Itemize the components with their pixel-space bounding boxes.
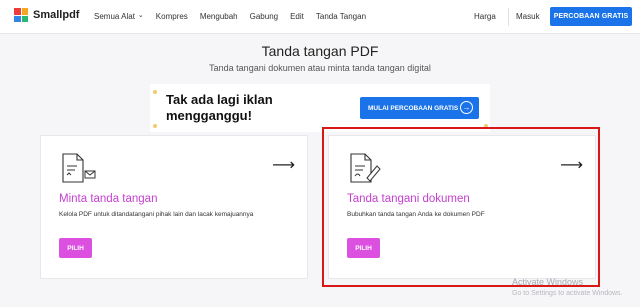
ad-headline-line1: Tak ada lagi iklan bbox=[166, 92, 273, 107]
ad-headline-line2: mengganggu! bbox=[166, 108, 252, 123]
ad-headline: Tak ada lagi iklan mengganggu! bbox=[166, 92, 273, 124]
request-signature-card[interactable]: ⟶ Minta tanda tangan Kelola PDF untuk di… bbox=[40, 135, 308, 279]
page-subtitle: Tanda tangani dokumen atau minta tanda t… bbox=[209, 63, 431, 73]
chevron-down-icon: ⌄ bbox=[137, 12, 144, 19]
ad-decoration bbox=[153, 90, 157, 94]
ad-button-label: MULAI PERCOBAAN GRATIS bbox=[368, 104, 459, 112]
pricing-link[interactable]: Harga bbox=[474, 12, 496, 21]
smallpdf-logo-icon bbox=[14, 8, 28, 22]
windows-activation-subtitle: Go to Settings to activate Windows. bbox=[512, 290, 623, 297]
header-divider bbox=[508, 8, 509, 26]
free-trial-button[interactable]: PERCOBAAN GRATIS bbox=[550, 7, 632, 26]
main-navigation: Semua Alat ⌄ Kompres Mengubah Gabung Edi… bbox=[94, 12, 366, 21]
ad-decoration bbox=[153, 124, 157, 128]
arrow-right-icon[interactable]: ⟶ bbox=[272, 158, 295, 174]
nav-convert[interactable]: Mengubah bbox=[200, 12, 238, 21]
nav-all-tools-label: Semua Alat bbox=[94, 12, 135, 21]
nav-compress[interactable]: Kompres bbox=[156, 12, 188, 21]
document-send-icon bbox=[62, 153, 96, 183]
nav-sign[interactable]: Tanda Tangan bbox=[316, 12, 366, 21]
smallpdf-logo[interactable]: Smallpdf bbox=[14, 8, 79, 22]
choose-button[interactable]: PILIH bbox=[59, 238, 92, 258]
arrow-right-circle-icon: → bbox=[460, 101, 473, 114]
ad-banner: Tak ada lagi iklan mengganggu! MULAI PER… bbox=[150, 84, 490, 132]
selection-highlight-box bbox=[322, 127, 600, 287]
windows-activation-title: Activate Windows bbox=[512, 277, 584, 287]
brand-name: Smallpdf bbox=[33, 9, 80, 21]
nav-all-tools[interactable]: Semua Alat ⌄ bbox=[94, 12, 144, 21]
card-title: Minta tanda tangan bbox=[59, 193, 158, 205]
nav-edit[interactable]: Edit bbox=[290, 12, 304, 21]
card-description: Kelola PDF untuk ditandatangani pihak la… bbox=[59, 211, 254, 218]
login-link[interactable]: Masuk bbox=[516, 12, 540, 21]
page-title: Tanda tangan PDF bbox=[261, 43, 379, 59]
ad-start-trial-button[interactable]: MULAI PERCOBAAN GRATIS → bbox=[360, 97, 479, 119]
top-navigation-bar: Smallpdf Semua Alat ⌄ Kompres Mengubah G… bbox=[0, 0, 640, 34]
nav-merge[interactable]: Gabung bbox=[250, 12, 278, 21]
